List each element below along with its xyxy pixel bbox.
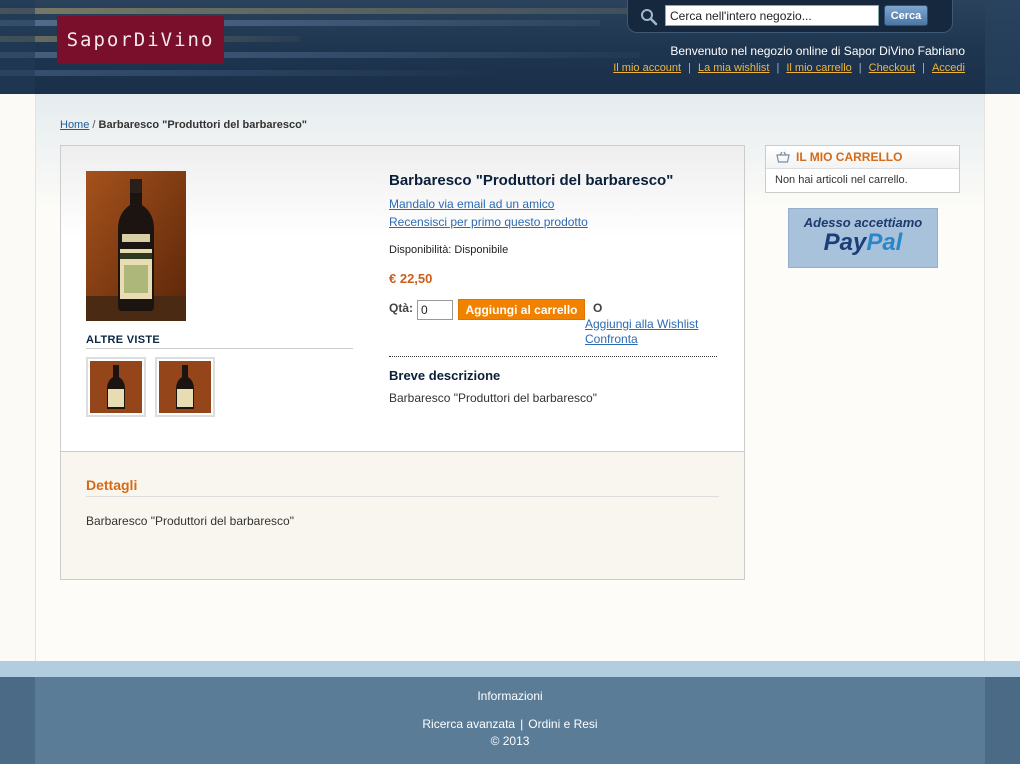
my-cart-link[interactable]: Il mio carrello [786,62,851,74]
footer-links: Ricerca avanzata | Ordini e Resi [0,717,1020,731]
product-title: Barbaresco "Produttori del barbaresco" [389,172,674,189]
or-separator: O [593,301,603,315]
my-wishlist-link[interactable]: La mia wishlist [698,62,770,74]
email-friend-link[interactable]: Mandalo via email ad un amico [389,197,554,211]
footer-separator: | [520,717,524,731]
short-description-heading: Breve descrizione [389,368,501,383]
quantity-label: Qtà: [389,301,413,315]
product-image[interactable] [86,171,186,321]
short-description: Barbaresco "Produttori del barbaresco" [389,391,597,405]
details-heading: Dettagli [86,477,719,497]
more-views-heading: ALTRE VISTE [86,334,353,349]
advanced-search-link[interactable]: Ricerca avanzata [422,717,515,731]
footer-info-link[interactable]: Informazioni [0,689,1020,703]
header-decoration [0,70,500,76]
account-links: Il mio account | La mia wishlist | Il mio … [613,62,965,74]
breadcrumb-current: Barbaresco "Produttori del barbaresco" [98,119,308,131]
thumbnail[interactable] [86,357,146,417]
welcome-message: Benvenuto nel negozio online di Sapor Di… [670,44,965,58]
header-side [0,0,35,94]
compare-link[interactable]: Confronta [585,332,638,346]
quantity-input[interactable] [417,300,453,320]
search-icon [641,9,658,26]
mini-cart-header: IL MIO CARRELLO [766,146,959,169]
basket-icon [776,151,790,163]
site-logo[interactable]: SaporDiVino [57,16,224,64]
divider [389,356,717,357]
add-to-cart-button[interactable]: Aggiungi al carrello [458,299,585,320]
mini-cart-title: IL MIO CARRELLO [796,150,903,164]
login-link[interactable]: Accedi [932,62,965,74]
mini-cart-empty: Non hai articoli nel carrello. [775,174,908,186]
write-review-link[interactable]: Recensisci per primo questo prodotto [389,215,588,229]
my-account-link[interactable]: Il mio account [613,62,681,74]
mini-cart: IL MIO CARRELLO Non hai articoli nel car… [765,145,960,193]
copyright: © 2013 [490,734,530,748]
checkout-link[interactable]: Checkout [869,62,915,74]
thumbnail-image [159,361,211,413]
details-text: Barbaresco "Produttori del barbaresco" [86,514,294,528]
paypal-caption: Adesso accettiamo [803,215,923,230]
footer-band [0,661,1020,677]
availability-status: Disponibilità: Disponibile [389,244,509,256]
thumbnail[interactable] [155,357,215,417]
add-to-wishlist-link[interactable]: Aggiungi alla Wishlist [585,317,698,331]
breadcrumb-separator: / [92,119,96,131]
search-button[interactable]: Cerca [884,5,928,26]
paypal-banner[interactable]: Adesso accettiamo PayPal [788,208,938,268]
header-side [985,0,1020,94]
product-price: € 22,50 [389,271,433,286]
search-input[interactable] [665,5,879,26]
orders-returns-link[interactable]: Ordini e Resi [528,717,597,731]
header-decoration [0,8,640,14]
breadcrumb-home[interactable]: Home [60,119,89,131]
breadcrumb: Home / Barbaresco "Produttori del barbar… [60,119,307,131]
thumbnail-image [90,361,142,413]
paypal-logo: PayPal [823,229,903,256]
